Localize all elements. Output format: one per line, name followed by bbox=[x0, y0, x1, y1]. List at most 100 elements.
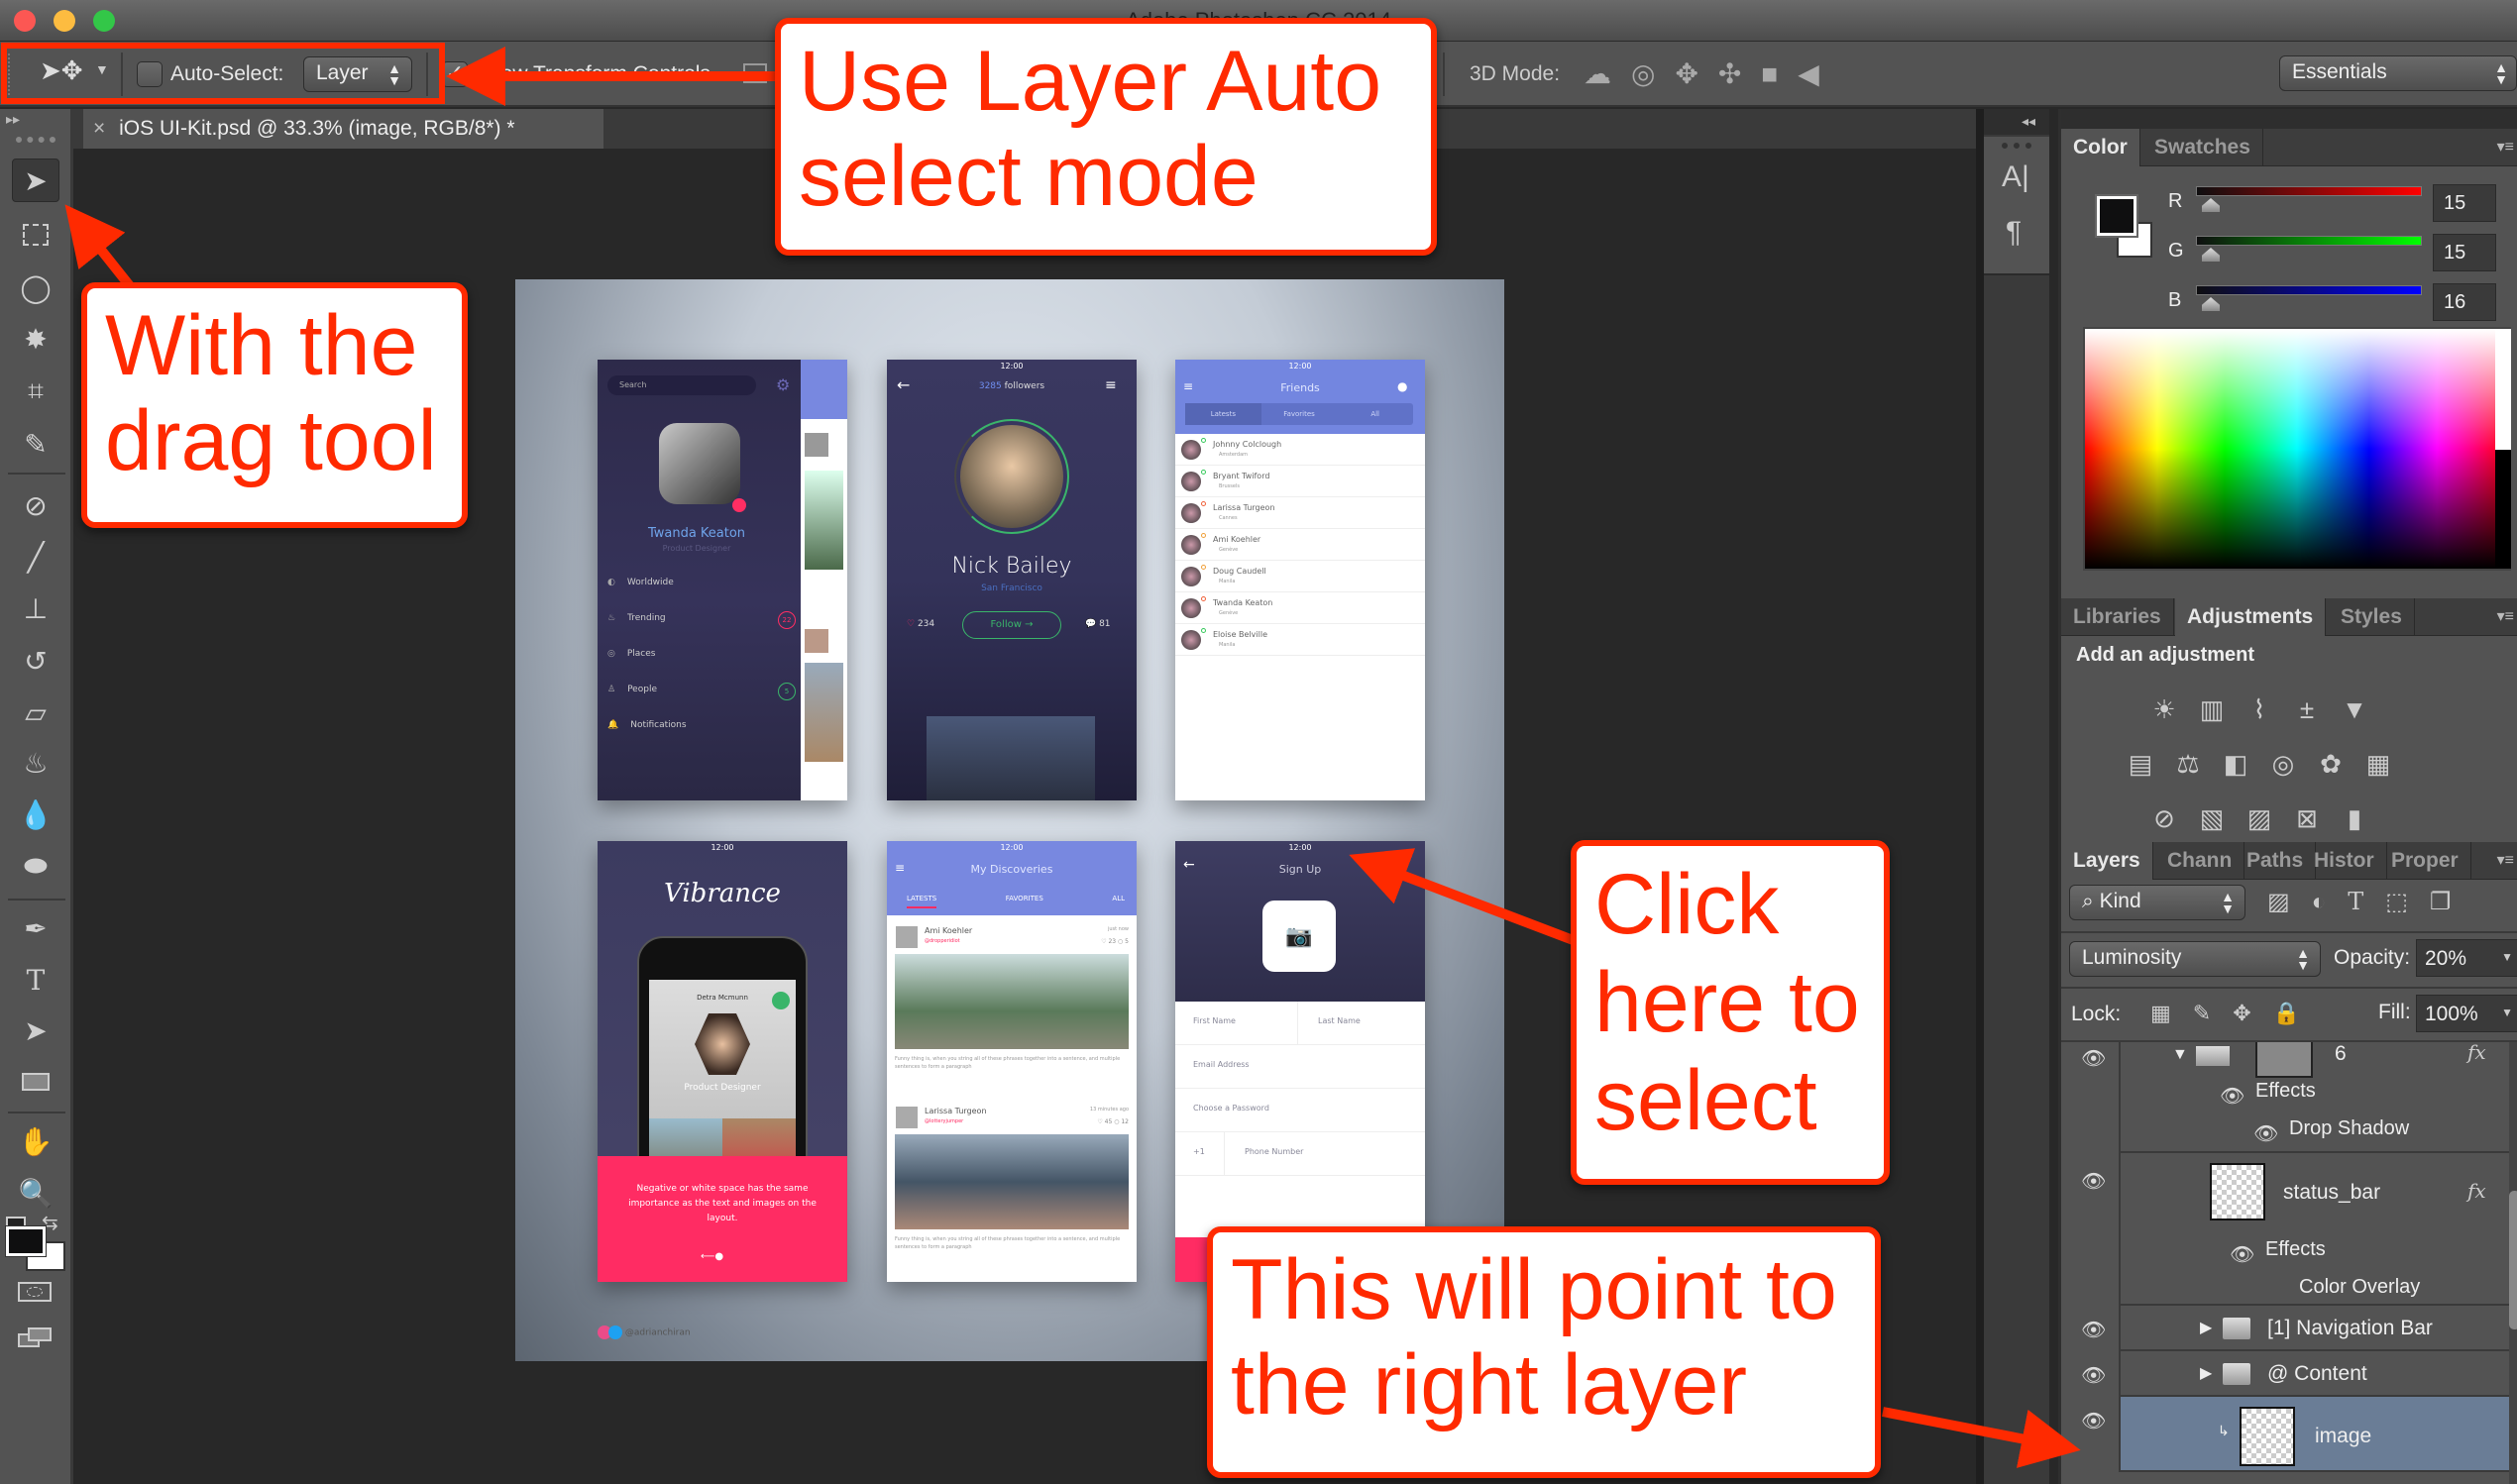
color-lookup-icon[interactable]: ▦ bbox=[2362, 748, 2394, 780]
blur-tool[interactable]: 💧 bbox=[12, 793, 59, 836]
panel-grip[interactable] bbox=[2002, 143, 2031, 149]
rotate-3d-icon[interactable]: ☁ bbox=[1584, 58, 1631, 89]
show-transform-checkbox[interactable]: ✓ bbox=[442, 61, 468, 87]
color-spectrum[interactable] bbox=[2083, 327, 2511, 571]
foreground-color-swatch[interactable] bbox=[5, 1225, 47, 1257]
options-bar-grip[interactable] bbox=[8, 53, 12, 95]
eye-icon[interactable]: 👁 bbox=[2081, 1046, 2109, 1070]
expand-triangle-icon[interactable]: ▶ bbox=[2200, 1363, 2212, 1383]
tab-layers[interactable]: Layers bbox=[2061, 842, 2153, 880]
effects-eye-icon[interactable]: 👁 bbox=[2230, 1242, 2257, 1266]
workspace-dropdown[interactable]: Essentials ▲ ▼ bbox=[2279, 55, 2517, 91]
eraser-tool[interactable]: ▱ bbox=[12, 690, 59, 734]
brightness-contrast-icon[interactable]: ☀ bbox=[2148, 693, 2180, 725]
channel-value-b[interactable]: 16 bbox=[2433, 283, 2496, 321]
expand-triangle-icon[interactable]: ▶ bbox=[2200, 1318, 2212, 1337]
slide-3d-icon[interactable]: ✣ bbox=[1718, 58, 1761, 89]
screen-signup[interactable]: 12:00 ← Sign Up 📷 First Name Last Name Em… bbox=[1175, 841, 1425, 1282]
auto-select-checkbox[interactable] bbox=[137, 61, 163, 87]
close-document-icon[interactable]: × bbox=[93, 117, 105, 140]
lock-position-icon[interactable]: ✥ bbox=[2233, 1001, 2272, 1025]
filter-smartobject-icon[interactable]: ❐ bbox=[2430, 889, 2473, 915]
eye-icon[interactable]: 👁 bbox=[2081, 1409, 2109, 1432]
paragraph-icon[interactable]: ¶ bbox=[2006, 216, 2022, 250]
marquee-tool[interactable] bbox=[12, 213, 59, 257]
path-selection-tool[interactable]: ➤ bbox=[12, 1008, 59, 1052]
character-icon[interactable]: A| bbox=[2002, 160, 2029, 194]
layer-filter-dropdown[interactable]: ⌕ Kind ▲ ▼ bbox=[2069, 885, 2245, 920]
exposure-icon[interactable]: ± bbox=[2291, 693, 2323, 725]
opacity-input[interactable]: 20% ▼ bbox=[2416, 939, 2517, 977]
tab-libraries[interactable]: Libraries bbox=[2061, 598, 2174, 636]
screen-menu[interactable]: Search ⚙ Twanda Keaton Product Designer … bbox=[598, 360, 847, 800]
auto-select-mode-dropdown[interactable]: Layer ▲ ▼ bbox=[303, 56, 412, 92]
quick-mask-button[interactable] bbox=[18, 1282, 52, 1302]
layer-row[interactable]: 👁 status_bar fx 👁 Effects Color Overlay bbox=[2061, 1153, 2509, 1306]
collapse-dock-icon[interactable]: ◂◂ bbox=[1984, 109, 2049, 135]
expand-panel-icon[interactable]: ▸▸ bbox=[6, 111, 20, 128]
crop-tool[interactable]: ⌗ bbox=[12, 370, 59, 413]
type-tool[interactable]: T bbox=[12, 958, 59, 1002]
hue-saturation-icon[interactable]: ▤ bbox=[2125, 748, 2156, 780]
layer-row[interactable]: 👁 ▶ @ Content bbox=[2061, 1351, 2509, 1397]
gradient-map-icon[interactable]: ▮ bbox=[2339, 802, 2370, 834]
threshold-icon[interactable]: ▨ bbox=[2243, 802, 2275, 834]
channel-mixer-icon[interactable]: ✿ bbox=[2315, 748, 2347, 780]
blend-mode-dropdown[interactable]: Luminosity ▲ ▼ bbox=[2069, 941, 2321, 977]
panel-grip[interactable] bbox=[16, 137, 55, 143]
panel-menu-icon[interactable]: ▾≡ bbox=[2497, 850, 2514, 870]
collapse-triangle-icon[interactable]: ▼ bbox=[2172, 1046, 2188, 1064]
fx-icon[interactable]: fx bbox=[2467, 1042, 2486, 1064]
screen-profile[interactable]: 12:00 ← 3285 followers ≡ Nick Bailey San… bbox=[887, 360, 1137, 800]
lock-transparent-icon[interactable]: ▦ bbox=[2150, 1001, 2193, 1025]
eye-icon[interactable]: 👁 bbox=[2081, 1318, 2109, 1341]
color-balance-icon[interactable]: ⚖ bbox=[2172, 748, 2204, 780]
eye-icon[interactable]: 👁 bbox=[2081, 1169, 2109, 1193]
document-tab[interactable]: × iOS UI-Kit.psd @ 33.3% (image, RGB/8*)… bbox=[83, 109, 603, 149]
tab-history[interactable]: Histor bbox=[2302, 842, 2387, 880]
channel-value-r[interactable]: 15 bbox=[2433, 184, 2496, 222]
tab-styles[interactable]: Styles bbox=[2329, 598, 2415, 636]
layer-row[interactable]: 👁 ↳ image bbox=[2061, 1397, 2509, 1472]
spectrum-white[interactable] bbox=[2495, 329, 2511, 450]
tab-color[interactable]: Color bbox=[2061, 129, 2140, 166]
photo-filter-icon[interactable]: ◎ bbox=[2267, 748, 2299, 780]
canvas-image[interactable]: Search ⚙ Twanda Keaton Product Designer … bbox=[515, 279, 1504, 1361]
filter-pixel-icon[interactable]: ▨ bbox=[2267, 889, 2312, 915]
fill-input[interactable]: 100% ▼ bbox=[2416, 995, 2517, 1032]
history-brush-tool[interactable]: ↺ bbox=[12, 639, 59, 683]
roll-3d-icon[interactable]: ◎ bbox=[1631, 58, 1675, 89]
spectrum-black[interactable] bbox=[2495, 450, 2511, 569]
layer-row[interactable]: 👁 ▼ 6 fx 👁 Effects 👁 Drop Shadow bbox=[2061, 1042, 2509, 1153]
layers-scrollbar[interactable] bbox=[2509, 1042, 2517, 1484]
sponge-tool[interactable]: ⬬ bbox=[12, 844, 59, 888]
filter-shape-icon[interactable]: ⬚ bbox=[2385, 889, 2430, 915]
screen-discoveries[interactable]: 12:00 ≡ My Discoveries LATESTS FAVORITES A… bbox=[887, 841, 1137, 1282]
screen-mode-button[interactable] bbox=[18, 1327, 52, 1349]
foreground-color-swatch[interactable] bbox=[2095, 194, 2138, 238]
lock-pixels-icon[interactable]: ✎ bbox=[2193, 1001, 2233, 1025]
tab-swatches[interactable]: Swatches bbox=[2142, 129, 2263, 166]
rectangle-tool[interactable] bbox=[12, 1060, 59, 1104]
filter-adjustment-icon[interactable]: ◐ bbox=[2312, 889, 2349, 915]
move-tool[interactable]: ➤ bbox=[12, 159, 59, 202]
move-tool-icon[interactable]: ➤✥ bbox=[40, 55, 83, 86]
tab-adjustments[interactable]: Adjustments bbox=[2175, 598, 2327, 636]
zoom-tool[interactable]: 🔍 bbox=[12, 1171, 59, 1215]
screen-vibrance[interactable]: 12:00 Vibrance Detra Mcmunn Product Desi… bbox=[598, 841, 847, 1282]
screen-friends[interactable]: 12:00 Friends ≡ ● Latests Favorites All Jo… bbox=[1175, 360, 1425, 800]
slider-thumb[interactable] bbox=[2202, 297, 2220, 311]
align-icon[interactable] bbox=[743, 63, 767, 83]
eyedropper-tool[interactable]: ✎ bbox=[12, 422, 59, 466]
invert-icon[interactable]: ⊘ bbox=[2148, 802, 2180, 834]
brush-tool[interactable]: ╱ bbox=[12, 535, 59, 579]
clone-stamp-tool[interactable]: ⊥ bbox=[12, 586, 59, 630]
filter-type-icon[interactable]: T bbox=[2348, 888, 2385, 915]
panel-menu-icon[interactable]: ▾≡ bbox=[2497, 137, 2514, 157]
vibrance-icon[interactable]: ▼ bbox=[2339, 693, 2370, 725]
eye-icon[interactable]: 👁 bbox=[2081, 1363, 2109, 1387]
pen-tool[interactable]: ✒ bbox=[12, 906, 59, 950]
posterize-icon[interactable]: ▧ bbox=[2196, 802, 2228, 834]
black-white-icon[interactable]: ◧ bbox=[2220, 748, 2251, 780]
paint-bucket-tool[interactable]: ♨ bbox=[12, 741, 59, 785]
